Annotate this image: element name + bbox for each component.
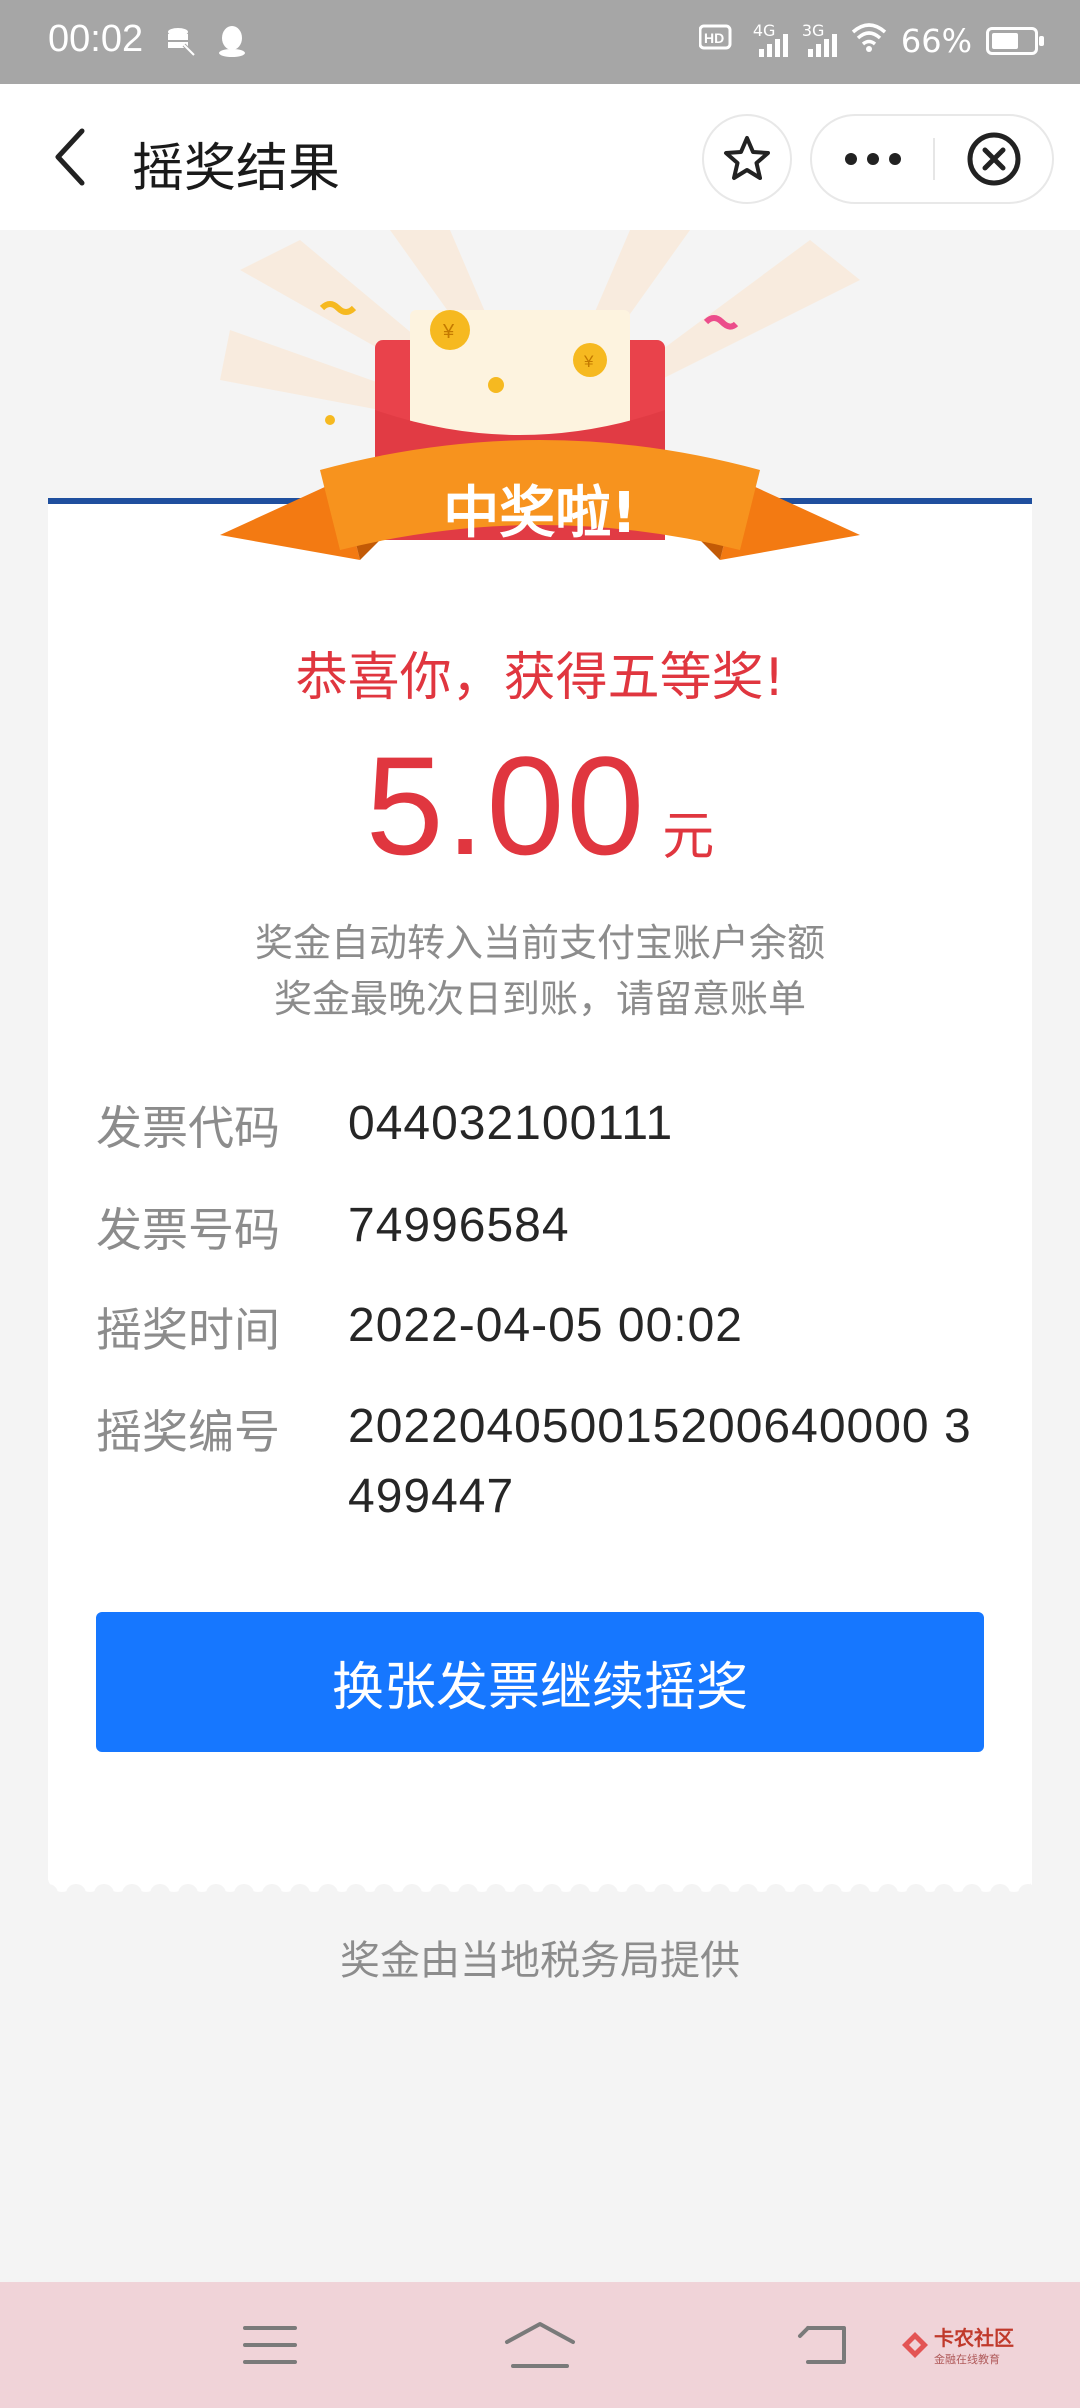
data-saver-icon <box>162 22 198 60</box>
status-bar: 00:02 HD 4G 3G 66% <box>0 0 1080 84</box>
ribbon-text: 中奖啦! <box>443 481 637 546</box>
invoice-code-value: 044032100111 <box>348 1097 674 1150</box>
menu-icon <box>243 2326 297 2364</box>
menu-button[interactable] <box>230 2312 310 2378</box>
mini-app-capsule <box>810 114 1054 204</box>
watermark-subtitle: 金融在线教育 <box>934 2353 1000 2366</box>
signal-3g-icon: 3G <box>802 21 837 57</box>
prize-unit: 元 <box>662 807 715 867</box>
more-dots-icon <box>844 153 901 165</box>
svg-text:¥: ¥ <box>442 321 455 343</box>
close-button[interactable] <box>935 116 1052 202</box>
svg-text:HD: HD <box>704 30 724 46</box>
status-left-icons <box>162 22 250 60</box>
draw-time-label: 摇奖时间 <box>96 1303 280 1357</box>
more-button[interactable] <box>812 116 933 202</box>
home-button[interactable] <box>500 2312 580 2378</box>
battery-percent: 66% <box>900 22 972 60</box>
watermark: 卡农社区 金融在线教育 <box>900 2322 1014 2367</box>
hd-icon: HD <box>698 22 739 60</box>
watermark-logo-icon <box>902 2331 928 2358</box>
back-nav-button[interactable] <box>782 2312 862 2378</box>
battery-fill <box>992 33 1019 49</box>
watermark-title: 卡农社区 <box>934 2326 1014 2350</box>
invoice-number-label: 发票号码 <box>96 1203 280 1257</box>
invoice-code-label: 发票代码 <box>96 1101 280 1155</box>
notice-line-2: 奖金最晚次日到账，请留意账单 <box>273 977 806 1021</box>
star-icon <box>724 136 770 180</box>
card-scallop-edge <box>48 1870 1032 1894</box>
nav-bar: 摇奖结果 <box>0 84 1080 230</box>
draw-number-value: 202204050015200640000 3499447 <box>348 1400 972 1523</box>
status-right: HD 4G 3G 66% <box>698 21 1044 60</box>
back-button[interactable] <box>40 124 100 190</box>
congrats-text: 恭喜你，获得五等奖! <box>295 648 785 708</box>
signal-4g-icon: 4G <box>753 21 788 57</box>
invoice-number-value: 74996584 <box>348 1199 570 1252</box>
status-time: 00:02 <box>48 18 144 60</box>
chevron-left-icon <box>55 128 85 186</box>
footer-note: 奖金由当地税务局提供 <box>340 1938 740 1984</box>
prize-banner-illustration: ¥ ¥ 中奖啦! <box>220 230 860 560</box>
draw-number-label: 摇奖编号 <box>96 1405 280 1459</box>
home-icon <box>505 2322 575 2368</box>
favorite-button[interactable] <box>702 114 792 204</box>
prize-amount-row: 5.00 元 <box>0 725 1080 887</box>
return-icon <box>798 2326 846 2364</box>
qq-icon <box>214 22 250 60</box>
notice-line-1: 奖金自动转入当前支付宝账户余额 <box>254 921 825 965</box>
svg-text:¥: ¥ <box>583 352 594 371</box>
new-invoice-draw-button[interactable]: 换张发票继续摇奖 <box>96 1612 984 1752</box>
draw-time-value: 2022-04-05 00:02 <box>348 1299 743 1352</box>
system-nav-bar: 卡农社区 金融在线教育 <box>0 2282 1080 2408</box>
wifi-icon <box>851 22 887 60</box>
close-circle-icon <box>967 132 1020 186</box>
prize-amount: 5.00 <box>365 727 647 884</box>
page-title: 摇奖结果 <box>132 139 341 199</box>
battery-icon <box>986 27 1044 55</box>
